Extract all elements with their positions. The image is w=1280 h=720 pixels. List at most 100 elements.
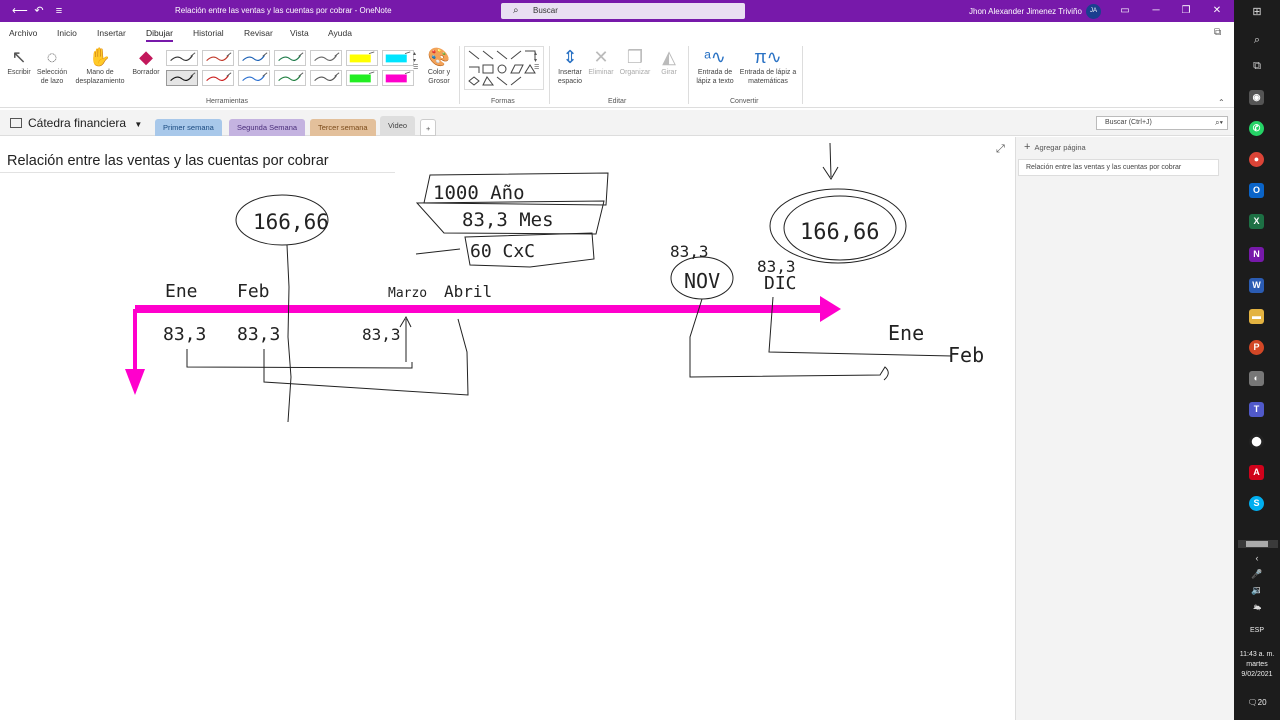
ink-to-text-button[interactable]: ᵃ∿ Entrada de lápiz a texto [692, 46, 738, 86]
menu-vista[interactable]: Vista [290, 28, 309, 38]
menu-inicio[interactable]: Inicio [57, 28, 77, 38]
close-icon[interactable]: ✕ [1209, 4, 1225, 18]
powerpoint-icon[interactable]: P [1249, 340, 1264, 355]
pen-gallery-scroll-icon[interactable]: ▴ ▾ ☰ [413, 50, 418, 71]
scroll-thumb[interactable] [1246, 541, 1268, 547]
pen-swatch[interactable] [166, 50, 198, 66]
menu-ayuda[interactable]: Ayuda [328, 28, 352, 38]
excel-icon[interactable]: X [1249, 214, 1264, 229]
pen-swatch[interactable] [274, 50, 306, 66]
start-icon[interactable]: ⊞ [1248, 4, 1266, 20]
pen-icon[interactable]: ✎ [1248, 600, 1266, 616]
ink-to-math-button[interactable]: π∿ Entrada de lápiz a matemáticas [738, 46, 798, 86]
delete-button[interactable]: ✕ Eliminar [585, 46, 617, 77]
eraser-button[interactable]: ◆ Borrador [128, 46, 164, 77]
color-thickness-button[interactable]: 🎨 Color y Grosor [424, 46, 454, 86]
acrobat-icon[interactable]: A [1249, 465, 1264, 480]
separator [459, 46, 460, 104]
maps-icon[interactable]: ⬤ [1249, 434, 1264, 449]
pen-swatch[interactable] [346, 50, 378, 66]
menu-revisar[interactable]: Revisar [244, 28, 273, 38]
page-search-input[interactable]: Buscar (Ctrl+J) ⌕▾ [1096, 116, 1228, 130]
pen-swatch[interactable] [310, 50, 342, 66]
rotate-button[interactable]: ◭ Girar [654, 46, 684, 77]
language-indicator[interactable]: ESP [1234, 626, 1280, 636]
pen-swatch[interactable] [382, 50, 414, 66]
search-box[interactable]: ⌕ Buscar [501, 3, 745, 19]
whatsapp-icon[interactable]: ✆ [1249, 121, 1264, 136]
arrange-label: Organizar [619, 69, 651, 76]
shapes-scroll-icon[interactable]: ▴ ▾ ☰ [534, 50, 539, 71]
pen-swatch[interactable] [382, 70, 414, 86]
teams-icon[interactable]: T [1249, 402, 1264, 417]
page-list-pane: + Agregar página Relación entre las venta… [1015, 137, 1234, 720]
onenote-icon[interactable]: N [1249, 247, 1264, 262]
dic-label-text: DIC [764, 273, 797, 294]
add-page-button[interactable]: + Agregar página [1024, 141, 1086, 153]
file-explorer-icon[interactable]: ▬ [1249, 309, 1264, 324]
tab-video[interactable]: Video [380, 116, 416, 136]
notification-count: 20 [1257, 698, 1267, 707]
menu-insertar[interactable]: Insertar [97, 28, 126, 38]
minimize-icon[interactable]: ─ [1148, 4, 1164, 18]
delete-label: Eliminar [588, 69, 614, 76]
quick-access-dropdown-icon[interactable]: ≡ [52, 4, 66, 18]
pen-swatch[interactable] [238, 70, 270, 86]
volume-onedrive-icons[interactable]: 🔈 ☁ [1248, 582, 1266, 611]
feb-vertical-line [286, 244, 292, 423]
menu-historial[interactable]: Historial [193, 28, 224, 38]
show-hidden-icons-icon[interactable]: ‹ [1248, 550, 1266, 566]
pen-swatch[interactable] [274, 70, 306, 86]
page-canvas[interactable]: Relación entre las ventas y las cuentas … [0, 137, 1015, 720]
pen-swatch[interactable] [346, 70, 378, 86]
restore-icon[interactable]: ❐ [1178, 4, 1194, 18]
tab-segunda-semana[interactable]: Segunda Semana [229, 119, 306, 136]
taskbar: ⊞ ⌕ ⧉ ◉ ✆ ● O X N W ▬ P ◐ T ⬤ A S ‹ 🎤 ⊟ … [1234, 0, 1280, 720]
clock[interactable]: 11:43 a. m. martes 9/02/2021 [1234, 650, 1280, 680]
system-tray-icons[interactable]: 🎤 ⊟ [1248, 566, 1266, 595]
pen-swatch[interactable] [202, 50, 234, 66]
collapse-ribbon-icon[interactable]: ⌃ [1218, 98, 1225, 107]
shapes-gallery[interactable] [464, 46, 544, 90]
tab-primer-semana[interactable]: Primer semana [155, 119, 222, 136]
ribbon-display-icon[interactable]: ▭ [1117, 4, 1133, 18]
taskbar-scroll[interactable] [1238, 540, 1278, 548]
ink-to-math-label: Entrada de lápiz a matemáticas [739, 69, 797, 85]
lasso-select-button[interactable]: ◌ Selección de lazo [34, 46, 70, 86]
hand-pan-button[interactable]: ✋ Mano de desplazamiento [70, 46, 130, 86]
write-button[interactable]: ↖ Escribir [4, 46, 34, 77]
pen-swatch[interactable] [238, 50, 270, 66]
word-icon[interactable]: W [1249, 278, 1264, 293]
insert-space-button[interactable]: ⇕ Insertar espacio [553, 46, 587, 86]
skype-icon[interactable]: S [1249, 496, 1264, 511]
avatar[interactable]: JA [1086, 4, 1101, 19]
search-label: Buscar [533, 6, 558, 15]
page-list-item[interactable]: Relación entre las ventas y las cuentas … [1018, 159, 1219, 176]
pen-swatch[interactable] [202, 70, 234, 86]
outlook-icon[interactable]: O [1249, 183, 1264, 198]
user-name[interactable]: Jhon Alexander Jimenez Triviño [969, 7, 1082, 16]
back-icon[interactable]: ⟵ [12, 4, 28, 18]
add-section-button[interactable]: + [420, 119, 437, 136]
photos-icon[interactable]: ◐ [1249, 371, 1264, 386]
task-view-icon[interactable]: ⧉ [1248, 58, 1266, 74]
menu-archivo[interactable]: Archivo [9, 28, 37, 38]
month-feb: Feb [237, 281, 270, 302]
chrome-icon[interactable]: ● [1249, 152, 1264, 167]
add-page-label: Agregar página [1034, 143, 1086, 152]
value-mar: 83,3 [362, 325, 401, 344]
camera-icon[interactable]: ◉ [1249, 90, 1264, 105]
undo-icon[interactable]: ↶ [32, 4, 46, 18]
notebook-selector[interactable]: Cátedra financiera ▼ [10, 116, 142, 130]
notifications-button[interactable]: 🗨20 [1234, 698, 1280, 708]
hand-label: Mano de desplazamiento [75, 69, 125, 85]
pen-swatch[interactable] [310, 70, 342, 86]
share-icon[interactable]: ⧉ [1214, 27, 1221, 38]
menu-dibujar[interactable]: Dibujar [146, 28, 173, 42]
arrange-button[interactable]: ❒ Organizar [617, 46, 653, 77]
eraser-icon: ◆ [139, 47, 153, 67]
pen-swatch[interactable] [166, 70, 198, 86]
search-icon: ⌕ [513, 5, 519, 16]
search-icon[interactable]: ⌕ [1248, 32, 1266, 48]
tab-tercer-semana[interactable]: Tercer semana [310, 119, 376, 136]
